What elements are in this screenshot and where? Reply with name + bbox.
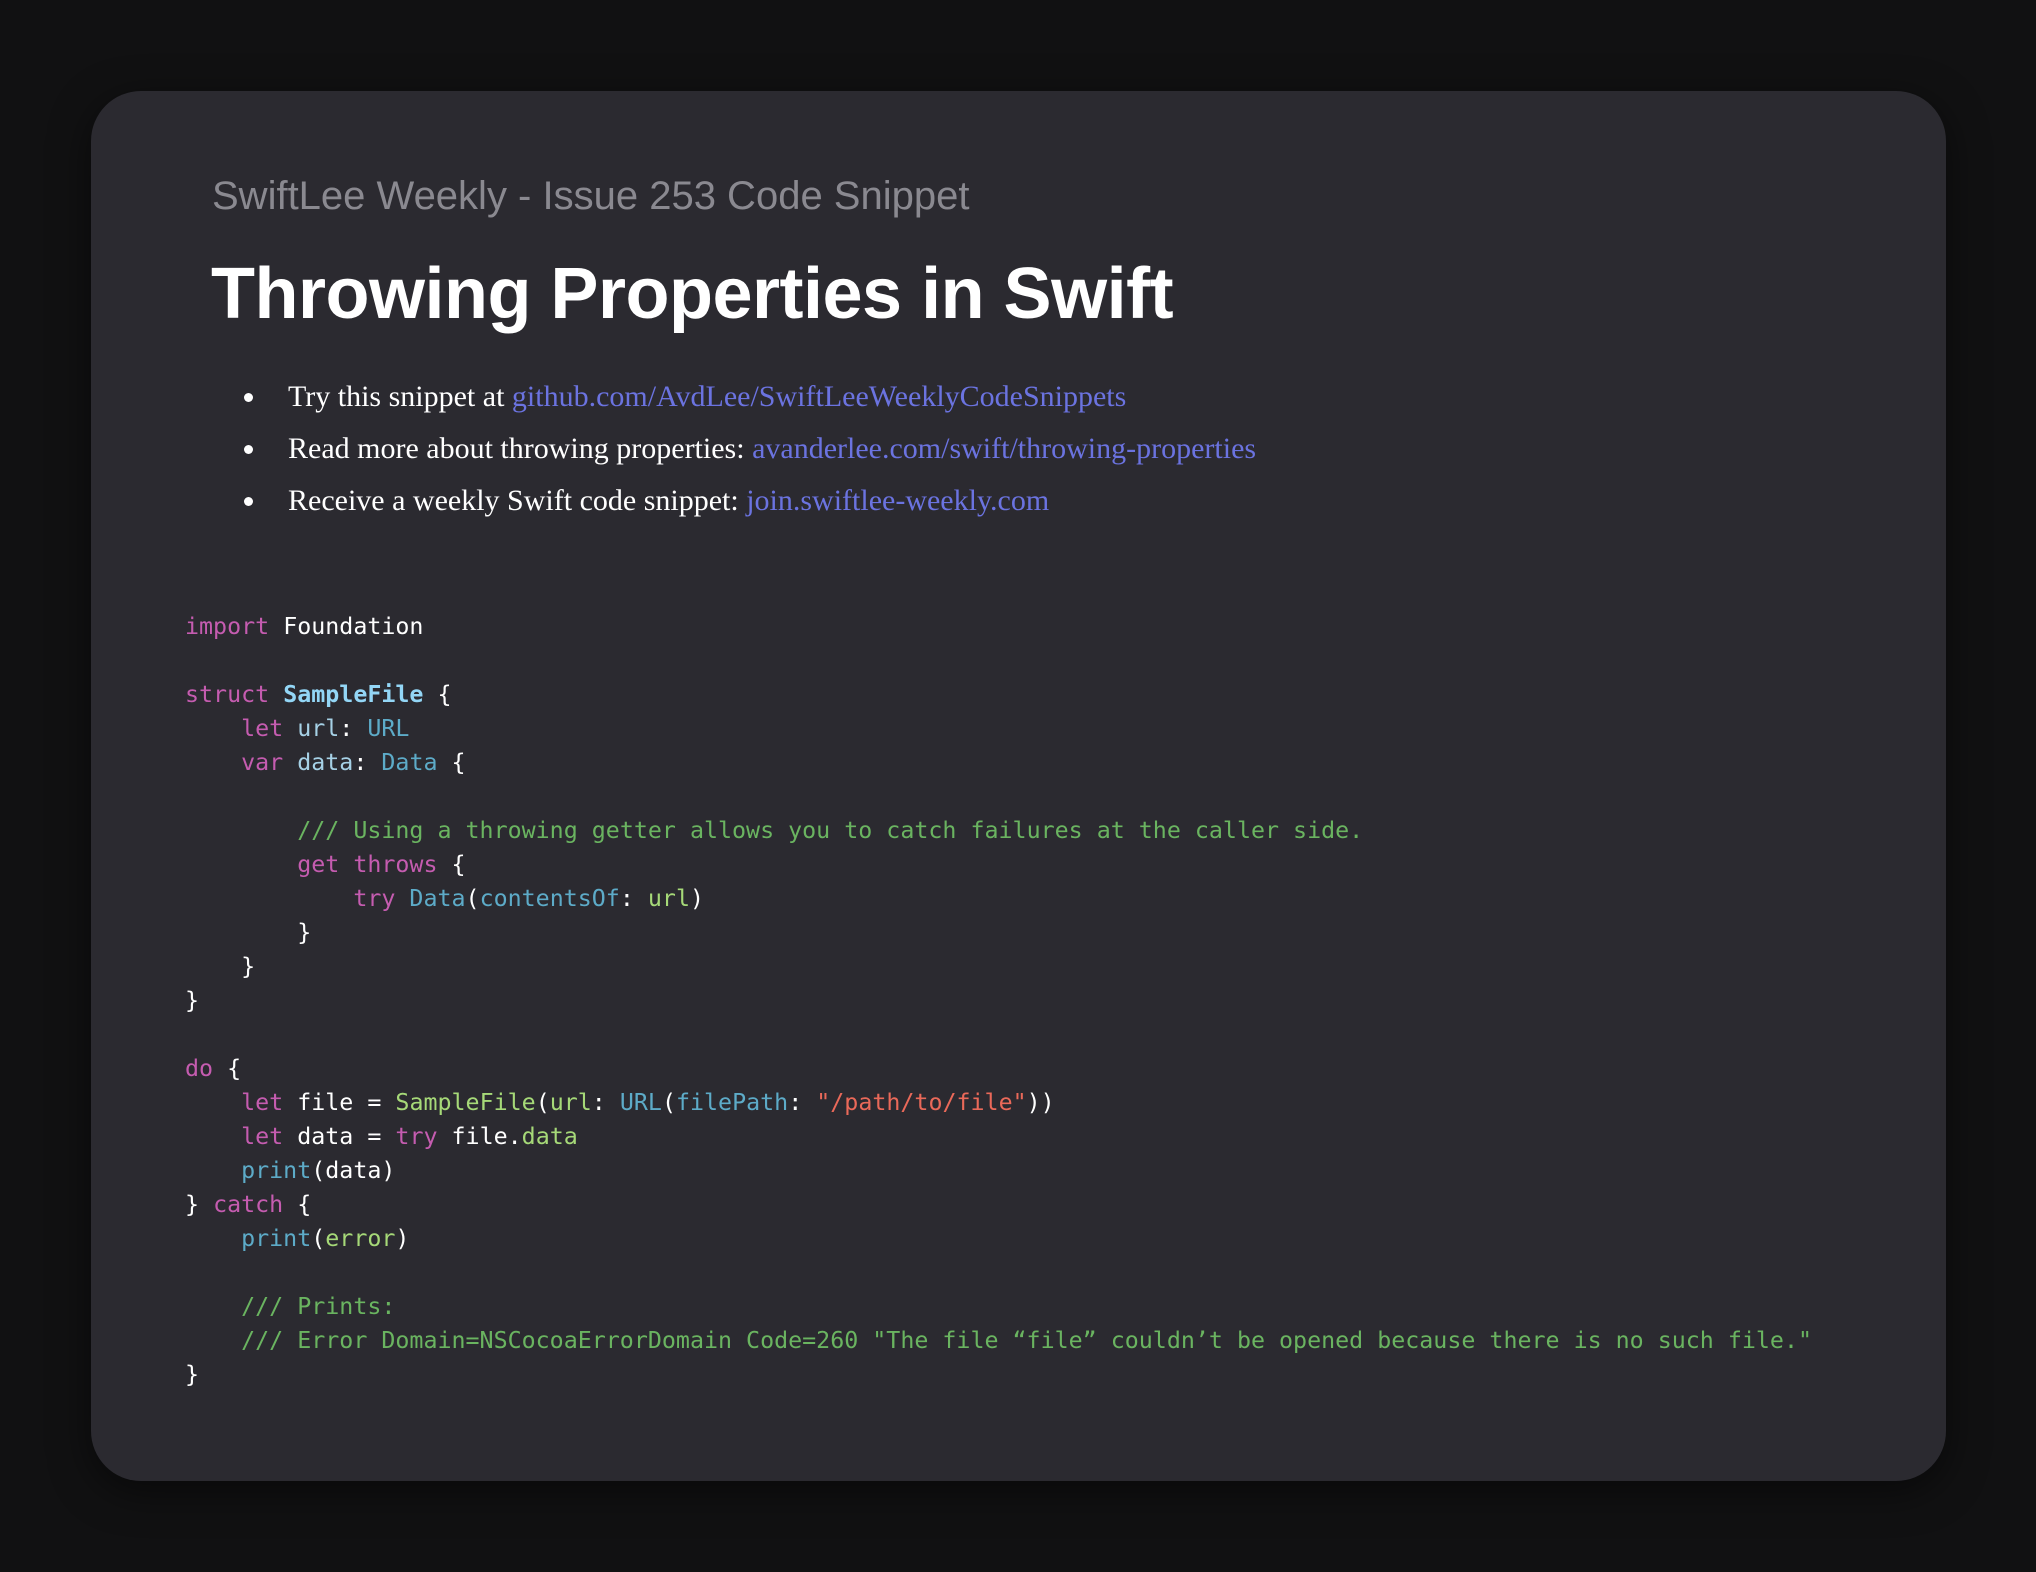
code-line: /// Using a throwing getter allows you t… xyxy=(297,817,1364,844)
page-title: Throwing Properties in Swift xyxy=(211,254,1174,334)
issue-subtitle: SwiftLee Weekly - Issue 253 Code Snippet xyxy=(212,174,970,218)
code-line: do { xyxy=(185,1055,242,1082)
code-line: /// Prints: xyxy=(241,1293,396,1320)
github-link[interactable]: github.com/AvdLee/SwiftLeeWeeklyCodeSnip… xyxy=(512,380,1126,413)
code-line: let url: URL xyxy=(241,715,410,742)
code-line: get throws { xyxy=(297,851,466,878)
article-link[interactable]: avanderlee.com/swift/throwing-properties xyxy=(752,432,1256,465)
list-item: Read more about throwing properties: ava… xyxy=(242,423,1256,475)
newsletter-link[interactable]: join.swiftlee-weekly.com xyxy=(746,484,1049,517)
list-item: Receive a weekly Swift code snippet: joi… xyxy=(242,475,1256,527)
bullet-text: Try this snippet at xyxy=(288,380,512,413)
code-line: } xyxy=(241,953,256,980)
code-line: } catch { xyxy=(185,1191,312,1218)
code-line: try Data(contentsOf: url) xyxy=(353,885,704,912)
list-item: Try this snippet at github.com/AvdLee/Sw… xyxy=(242,371,1256,423)
bullet-text: Receive a weekly Swift code snippet: xyxy=(288,484,747,517)
resource-links-list: Try this snippet at github.com/AvdLee/Sw… xyxy=(242,371,1256,527)
code-line: } xyxy=(185,1361,200,1388)
code-line: import Foundation xyxy=(185,613,424,640)
bullet-text: Read more about throwing properties: xyxy=(288,432,753,465)
bullet-icon xyxy=(244,393,253,402)
code-line: let data = try file.data xyxy=(241,1123,578,1150)
code-line: print(error) xyxy=(241,1225,410,1252)
code-line: /// Error Domain=NSCocoaErrorDomain Code… xyxy=(241,1327,1813,1354)
code-line: let file = SampleFile(url: URL(filePath:… xyxy=(241,1089,1055,1116)
code-line: var data: Data { xyxy=(241,749,466,776)
code-line: } xyxy=(297,919,312,946)
code-line: } xyxy=(185,987,200,1014)
bullet-icon xyxy=(244,497,253,506)
code-snippet: import Foundation struct SampleFile { le… xyxy=(185,610,1812,1392)
code-line: struct SampleFile { xyxy=(185,681,452,708)
bullet-icon xyxy=(244,445,253,454)
code-line: print(data) xyxy=(241,1157,396,1184)
